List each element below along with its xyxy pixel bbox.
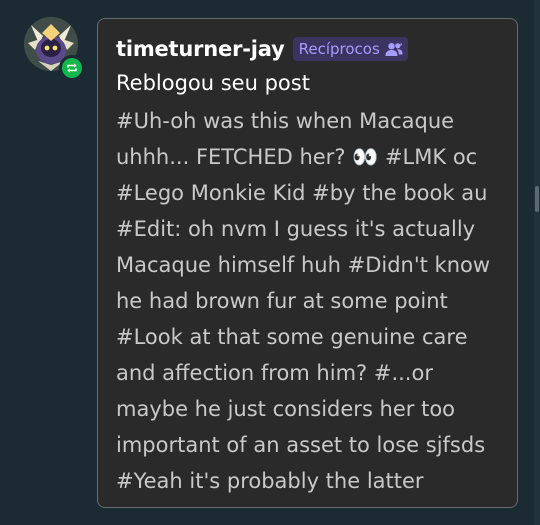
mutuals-badge: Recíprocos (292, 37, 408, 61)
tag-line[interactable]: important of an asset to lose sjfsds (116, 427, 490, 463)
tag-line[interactable]: uhhh... FETCHED her? 👀 #LMK oc (116, 139, 490, 175)
tag-list: #Uh-oh was this when Macaque uhhh... FET… (116, 103, 490, 499)
tag-line[interactable]: #Edit: oh nvm I guess it's actually (116, 211, 490, 247)
card-header: timeturner-jay Recíprocos (116, 36, 408, 62)
username-link[interactable]: timeturner-jay (116, 37, 285, 61)
scrollbar-track[interactable] (534, 0, 540, 525)
mutuals-icon (385, 42, 403, 56)
tag-line[interactable]: he had brown fur at some point (116, 283, 490, 319)
scrollbar-thumb[interactable] (535, 186, 539, 212)
activity-card[interactable]: timeturner-jay Recíprocos Reblogou seu p… (97, 18, 518, 508)
action-text: Reblogou seu post (116, 71, 310, 95)
tag-line[interactable]: maybe he just considers her too (116, 391, 490, 427)
reblog-icon (67, 63, 77, 73)
mutuals-label: Recíprocos (298, 40, 380, 58)
tag-line[interactable]: Macaque himself huh #Didn't know (116, 247, 490, 283)
tag-line[interactable]: and affection from him? #...or (116, 355, 490, 391)
tag-line[interactable]: #Yeah it's probably the latter (116, 463, 490, 499)
tag-line[interactable]: #Uh-oh was this when Macaque (116, 103, 490, 139)
tag-line[interactable]: #Look at that some genuine care (116, 319, 490, 355)
reblog-badge (59, 55, 85, 81)
tag-line[interactable]: #Lego Monkie Kid #by the book au (116, 175, 490, 211)
